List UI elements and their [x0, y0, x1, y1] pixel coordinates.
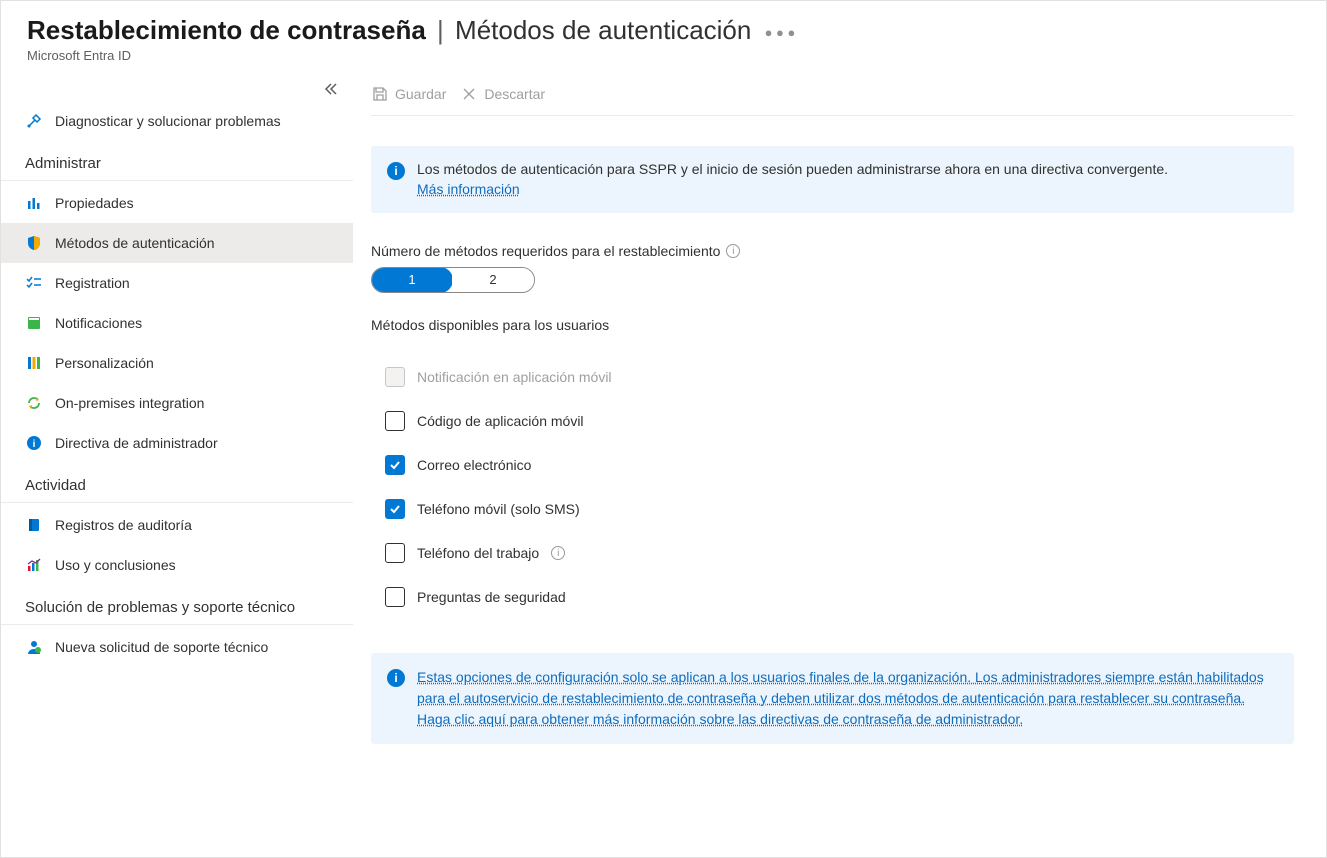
discard-button[interactable]: Descartar — [460, 85, 545, 103]
sidebar-item-label: Directiva de administrador — [55, 435, 218, 451]
color-bars-icon — [25, 354, 43, 372]
sidebar-item-label: Registros de auditoría — [55, 517, 192, 533]
save-button-label: Guardar — [395, 86, 446, 102]
sidebar-item-label: Personalización — [55, 355, 154, 371]
info-icon: i — [387, 669, 405, 687]
checkbox-label: Código de aplicación móvil — [417, 413, 584, 429]
sidebar-collapse-button[interactable] — [1, 79, 353, 101]
checkbox-row-mobile-app-notification: Notificación en aplicación móvil — [385, 355, 1294, 399]
checkbox-office-phone[interactable] — [385, 543, 405, 563]
sidebar-section-support: Solución de problemas y soporte técnico — [1, 585, 353, 625]
checkbox-label: Teléfono móvil (solo SMS) — [417, 501, 580, 517]
available-methods-list: Notificación en aplicación móvil Código … — [371, 355, 1294, 619]
checkbox-mobile-phone[interactable] — [385, 499, 405, 519]
check-icon — [389, 503, 401, 515]
sidebar-item-audit-logs[interactable]: Registros de auditoría — [1, 505, 353, 545]
title-main: Restablecimiento de contraseña — [27, 15, 426, 45]
page-header: Restablecimiento de contraseña | Métodos… — [1, 1, 1326, 73]
sidebar-item-label: On-premises integration — [55, 395, 204, 411]
discard-button-label: Descartar — [484, 86, 545, 102]
support-person-icon — [25, 638, 43, 656]
info-icon: i — [387, 162, 405, 180]
checkbox-label: Correo electrónico — [417, 457, 531, 473]
info-icon: i — [25, 434, 43, 452]
checkbox-label: Notificación en aplicación móvil — [417, 369, 612, 385]
checkbox-row-security-questions: Preguntas de seguridad — [385, 575, 1294, 619]
page-subtitle: Microsoft Entra ID — [27, 48, 1300, 63]
check-icon — [389, 459, 401, 471]
checkbox-row-email: Correo electrónico — [385, 443, 1294, 487]
chart-icon — [25, 556, 43, 574]
checkbox-mobile-app-notification — [385, 367, 405, 387]
sync-icon — [25, 394, 43, 412]
toolbar: Guardar Descartar — [371, 73, 1294, 116]
sidebar-item-label: Registration — [55, 275, 130, 291]
info-tooltip-icon[interactable]: i — [726, 244, 740, 258]
info-banner-link[interactable]: Más información — [417, 181, 520, 197]
svg-text:i: i — [33, 439, 36, 450]
title-separator: | — [437, 15, 444, 45]
sidebar-item-properties[interactable]: Propiedades — [1, 183, 353, 223]
checkbox-mobile-app-code[interactable] — [385, 411, 405, 431]
available-methods-label: Métodos disponibles para los usuarios — [371, 317, 1294, 333]
sidebar-item-notifications[interactable]: Notificaciones — [1, 303, 353, 343]
checkbox-security-questions[interactable] — [385, 587, 405, 607]
sidebar-item-registration[interactable]: Registration — [1, 263, 353, 303]
sidebar-item-new-request[interactable]: Nueva solicitud de soporte técnico — [1, 627, 353, 667]
shield-icon — [25, 234, 43, 252]
sidebar-item-label: Uso y conclusiones — [55, 557, 176, 573]
notebook-icon — [25, 516, 43, 534]
sidebar-item-label: Propiedades — [55, 195, 134, 211]
sidebar-item-label: Métodos de autenticación — [55, 235, 215, 251]
checkbox-email[interactable] — [385, 455, 405, 475]
close-icon — [460, 85, 478, 103]
pill-option-1[interactable]: 1 — [371, 267, 453, 293]
bottom-info-banner: i Estas opciones de configuración solo s… — [371, 653, 1294, 744]
methods-required-label: Número de métodos requeridos para el res… — [371, 243, 1294, 259]
methods-required-pill[interactable]: 1 2 — [371, 267, 535, 293]
info-banner: i Los métodos de autenticación para SSPR… — [371, 146, 1294, 213]
sidebar-item-label: Nueva solicitud de soporte técnico — [55, 639, 268, 655]
checkbox-row-office-phone: Teléfono del trabajo i — [385, 531, 1294, 575]
checklist-icon — [25, 274, 43, 292]
sidebar-item-personalization[interactable]: Personalización — [1, 343, 353, 383]
checkbox-label: Preguntas de seguridad — [417, 589, 566, 605]
book-icon — [25, 314, 43, 332]
page-title: Restablecimiento de contraseña | Métodos… — [27, 15, 1300, 46]
overflow-menu-icon[interactable]: ● ● ● — [765, 25, 796, 40]
main-content: Guardar Descartar i Los métodos de auten… — [353, 73, 1326, 857]
checkbox-row-mobile-app-code: Código de aplicación móvil — [385, 399, 1294, 443]
save-icon — [371, 85, 389, 103]
checkbox-row-mobile-phone: Teléfono móvil (solo SMS) — [385, 487, 1294, 531]
sidebar-item-usage[interactable]: Uso y conclusiones — [1, 545, 353, 585]
info-tooltip-icon[interactable]: i — [551, 546, 565, 560]
sidebar-item-admin-policy[interactable]: i Directiva de administrador — [1, 423, 353, 463]
pill-option-2[interactable]: 2 — [452, 268, 534, 292]
sidebar-item-diagnose[interactable]: Diagnosticar y solucionar problemas — [1, 101, 353, 141]
bars-icon — [25, 194, 43, 212]
sidebar-item-label: Notificaciones — [55, 315, 142, 331]
checkbox-label: Teléfono del trabajo — [417, 545, 539, 561]
save-button[interactable]: Guardar — [371, 85, 446, 103]
sidebar: Diagnosticar y solucionar problemas Admi… — [1, 73, 353, 857]
sidebar-item-onprem[interactable]: On-premises integration — [1, 383, 353, 423]
title-sub: Métodos de autenticación — [455, 15, 751, 45]
bottom-info-link[interactable]: Estas opciones de configuración solo se … — [417, 667, 1278, 730]
info-banner-text: Los métodos de autenticación para SSPR y… — [417, 160, 1168, 199]
wrench-icon — [25, 112, 43, 130]
sidebar-section-manage: Administrar — [1, 141, 353, 181]
sidebar-section-activity: Actividad — [1, 463, 353, 503]
sidebar-item-auth-methods[interactable]: Métodos de autenticación — [1, 223, 353, 263]
sidebar-item-label: Diagnosticar y solucionar problemas — [55, 113, 281, 129]
chevron-double-left-icon — [323, 81, 339, 97]
